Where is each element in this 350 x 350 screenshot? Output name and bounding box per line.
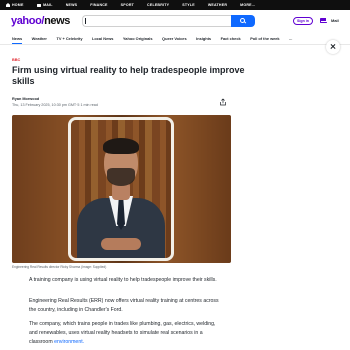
mail-link[interactable]: Mail [331, 18, 339, 23]
search-caret [85, 18, 86, 24]
topnav-sport-label: SPORT [120, 3, 135, 7]
topnav-home-label: HOME [12, 3, 24, 7]
article-meta: Thu, 13 February 2025, 10:30 pm GMT·5 1 … [12, 103, 98, 107]
mail-icon[interactable] [320, 18, 327, 23]
person-hands [101, 238, 141, 250]
subnav-tv-celebrity[interactable]: TV + Celebrity [56, 36, 82, 41]
environment-link[interactable]: environment. [54, 339, 84, 345]
subnav-fact-check[interactable]: Fact check [221, 36, 241, 41]
person-beard [107, 168, 135, 186]
image-caption: Engineering Real Results director Ricky … [12, 265, 107, 269]
top-navigation-bar: HOME MAIL NEWS FINANCE SPORT CELEBRITY S… [0, 0, 350, 10]
subnav-insights[interactable]: Insights [196, 36, 211, 41]
topnav-more[interactable]: MORE... [240, 3, 255, 7]
topnav-more-label: MORE... [240, 3, 256, 7]
search-button[interactable] [231, 15, 255, 27]
site-header: yahoo/news Sign in Mail [0, 10, 350, 32]
mail-icon [36, 3, 42, 7]
topnav-celebrity-label: CELEBRITY [147, 3, 170, 7]
article-paragraph-3: The company, which trains people in trad… [29, 320, 224, 346]
subnav-news[interactable]: News [12, 36, 23, 44]
article-hero-image [12, 115, 231, 263]
article-paragraph-1: A training company is using virtual real… [29, 277, 217, 283]
subnav-local-news[interactable]: Local News [92, 36, 113, 41]
home-icon [6, 3, 10, 7]
yahoo-news-logo[interactable]: yahoo/news [11, 15, 70, 27]
subnav-yahoo-originals[interactable]: Yahoo Originals [123, 36, 153, 41]
sign-in-button[interactable]: Sign in [293, 17, 313, 25]
topnav-weather-label: WEATHER [207, 3, 228, 7]
close-button[interactable] [326, 40, 340, 54]
subnav-poll-of-the-week[interactable]: Poll of the week [250, 36, 279, 41]
portrait-photo [68, 117, 174, 261]
share-icon[interactable] [219, 98, 227, 106]
search-input[interactable] [82, 15, 232, 27]
author-name[interactable]: Ryan Morwood [12, 97, 39, 101]
topnav-news-label: NEWS [65, 3, 78, 7]
topnav-style-label: STYLE [182, 3, 195, 7]
subnav-weather[interactable]: Weather [32, 36, 47, 41]
subnav-more[interactable]: ... [289, 36, 292, 41]
article-title: Firm using virtual reality to help trade… [12, 65, 245, 86]
logo-yahoo: yahoo [11, 15, 42, 27]
topnav-sport[interactable]: SPORT [121, 3, 134, 7]
topnav-mail[interactable]: MAIL [36, 3, 53, 7]
subnav-queer-voices[interactable]: Queer Voices [162, 36, 187, 41]
topnav-home[interactable]: HOME [6, 3, 24, 7]
logo-news: news [44, 15, 70, 27]
topnav-news[interactable]: NEWS [66, 3, 78, 7]
search-icon [240, 18, 245, 23]
topnav-finance-label: FINANCE [90, 3, 108, 7]
source-badge: BBC [12, 58, 21, 62]
topnav-weather[interactable]: WEATHER [208, 3, 227, 7]
topnav-style[interactable]: STYLE [182, 3, 195, 7]
person-hair [103, 138, 139, 154]
news-sub-navigation: News Weather TV + Celebrity Local News Y… [0, 32, 350, 45]
topnav-finance[interactable]: FINANCE [90, 3, 107, 7]
topnav-celebrity[interactable]: CELEBRITY [147, 3, 169, 7]
topnav-mail-label: MAIL [43, 3, 53, 7]
article-paragraph-2: Engineering Real Results (ERR) now offer… [29, 298, 219, 313]
